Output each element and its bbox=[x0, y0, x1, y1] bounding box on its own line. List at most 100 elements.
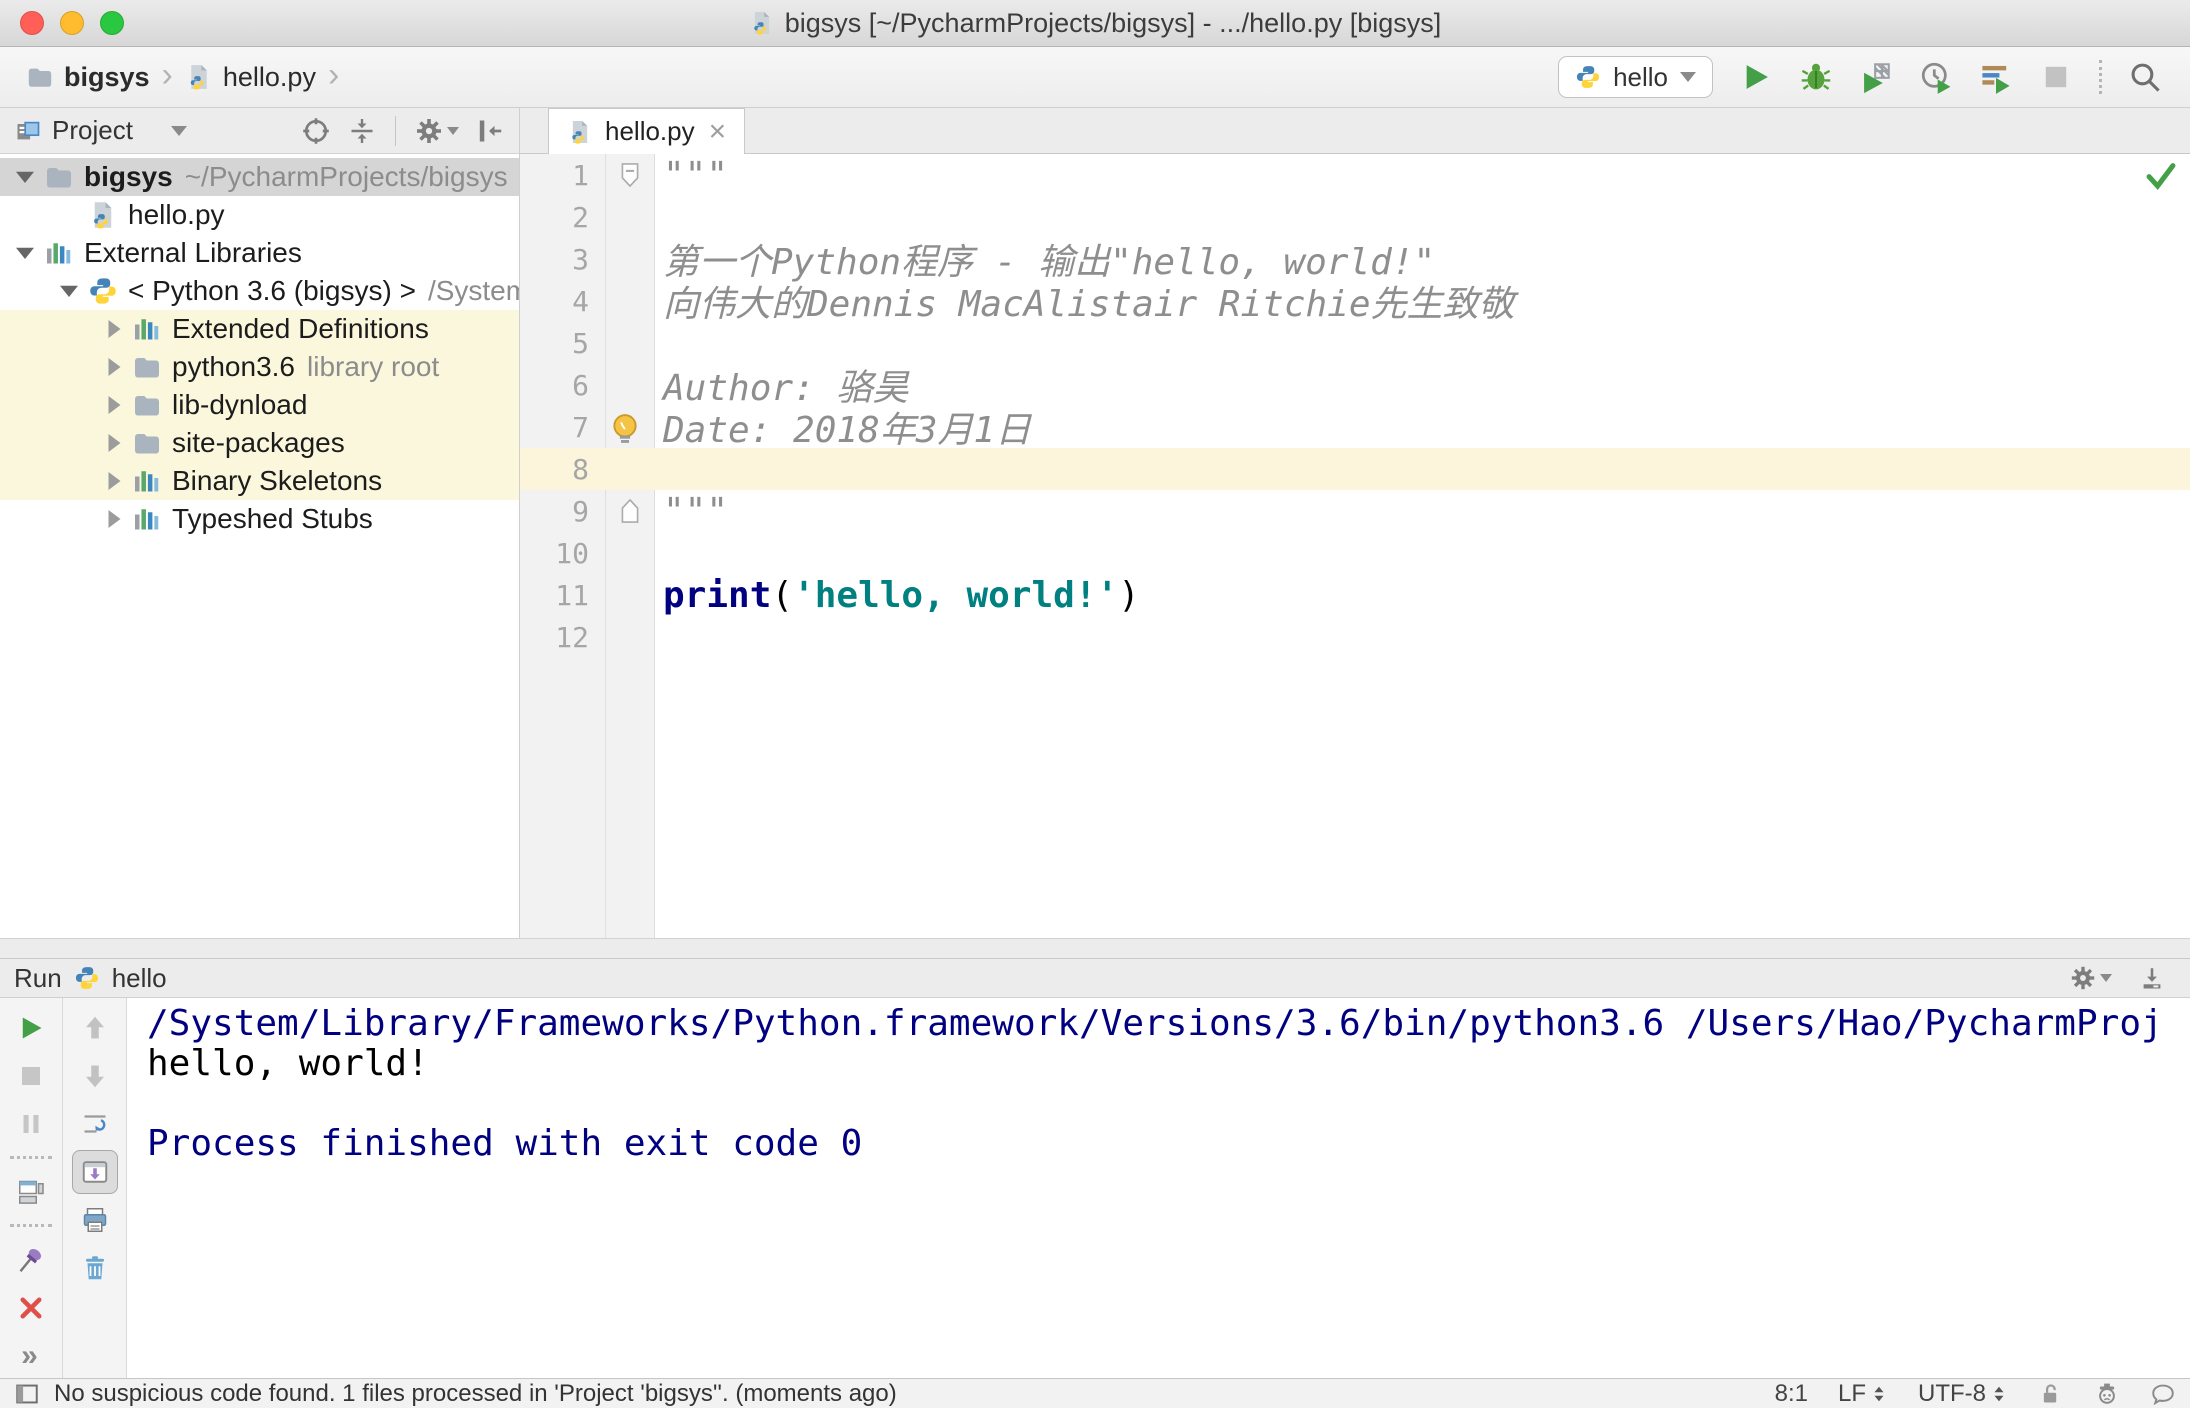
restore-layout-button[interactable] bbox=[8, 1170, 54, 1214]
updown-arrows-icon bbox=[1870, 1383, 1888, 1405]
clear-all-button[interactable] bbox=[72, 1246, 118, 1290]
editor[interactable]: 1 """ 2 3 第一个Python程序 - 输出"hello, world!" 4 向伟… bbox=[520, 154, 2190, 938]
code-segment: ( bbox=[771, 574, 794, 616]
caret-position-widget[interactable]: 8:1 bbox=[1775, 1380, 1808, 1408]
splitter[interactable] bbox=[0, 938, 2190, 958]
code-line-11[interactable]: 11 print('hello, world!') bbox=[520, 574, 2190, 616]
tree-item-binary-skeletons[interactable]: Binary Skeletons bbox=[0, 462, 519, 500]
search-everywhere-button[interactable] bbox=[2126, 58, 2164, 96]
lock-widget[interactable] bbox=[2038, 1381, 2064, 1407]
locate-button[interactable] bbox=[301, 112, 331, 150]
collapse-all-button[interactable] bbox=[347, 112, 377, 150]
project-tree[interactable]: bigsys ~/PycharmProjects/bigsys hello.py Ex… bbox=[0, 154, 519, 538]
print-button[interactable] bbox=[72, 1198, 118, 1242]
hide-panel-button[interactable] bbox=[475, 112, 505, 150]
stop-button[interactable] bbox=[2037, 58, 2075, 96]
tree-item-extended-definitions[interactable]: Extended Definitions bbox=[0, 310, 519, 348]
breadcrumb-label: bigsys bbox=[64, 61, 150, 92]
tree-item-hint: ~/PycharmProjects/bigsys bbox=[184, 161, 508, 192]
fold-start-icon[interactable] bbox=[618, 161, 642, 189]
close-window-button[interactable] bbox=[20, 11, 44, 35]
rerun-button[interactable] bbox=[8, 1006, 54, 1050]
tree-expanded-arrow-icon[interactable] bbox=[10, 241, 40, 265]
run-configuration-select[interactable]: hello bbox=[1558, 56, 1713, 98]
tree-collapsed-arrow-icon[interactable] bbox=[98, 317, 128, 341]
pause-output-button[interactable] bbox=[8, 1102, 54, 1146]
folder-icon bbox=[132, 390, 162, 420]
run-toolbar-primary: » bbox=[0, 998, 63, 1378]
concurrency-diagram-button[interactable] bbox=[1977, 58, 2015, 96]
tree-item-bigsys[interactable]: bigsys ~/PycharmProjects/bigsys bbox=[0, 158, 519, 196]
soft-wrap-button[interactable] bbox=[72, 1102, 118, 1146]
code-line-12[interactable]: 12 bbox=[520, 616, 2190, 658]
tree-item-hello-py[interactable]: hello.py bbox=[0, 196, 519, 234]
feedback-widget[interactable] bbox=[2150, 1381, 2176, 1407]
encoding-widget[interactable]: UTF-8 bbox=[1918, 1380, 2008, 1408]
status-message[interactable]: No suspicious code found. 1 files proces… bbox=[54, 1380, 897, 1408]
run-with-coverage-button[interactable] bbox=[1857, 58, 1895, 96]
close-tab-icon[interactable]: × bbox=[709, 116, 727, 147]
chevron-down-icon[interactable] bbox=[170, 125, 187, 136]
tree-item-typeshed-stubs[interactable]: Typeshed Stubs bbox=[0, 500, 519, 538]
code-text: """ bbox=[655, 491, 728, 532]
code-line-1[interactable]: 1 """ bbox=[520, 154, 2190, 196]
line-number: 3 bbox=[572, 242, 589, 276]
tree-expanded-arrow-icon[interactable] bbox=[54, 279, 84, 303]
code-line-5[interactable]: 5 bbox=[520, 322, 2190, 364]
settings-button[interactable] bbox=[2069, 959, 2112, 997]
tree-item-label: site-packages bbox=[172, 427, 345, 458]
settings-button[interactable] bbox=[414, 112, 459, 150]
scroll-to-end-button[interactable] bbox=[71, 1150, 118, 1194]
intention-bulb-icon[interactable] bbox=[606, 410, 644, 448]
tree-collapsed-arrow-icon[interactable] bbox=[98, 393, 128, 417]
fold-marker-start-icon[interactable] bbox=[605, 161, 655, 189]
tree-item-python-3-6-bigsys[interactable]: < Python 3.6 (bigsys) > /System bbox=[0, 272, 519, 310]
line-separator-widget[interactable]: LF bbox=[1838, 1380, 1888, 1408]
highlighting-level-widget[interactable] bbox=[2094, 1381, 2120, 1407]
zoom-window-button[interactable] bbox=[100, 11, 124, 35]
profile-button[interactable] bbox=[1917, 58, 1955, 96]
python-file-icon bbox=[567, 119, 593, 145]
more-button[interactable]: » bbox=[8, 1334, 54, 1378]
tree-item-external-libraries[interactable]: External Libraries bbox=[0, 234, 519, 272]
tree-collapsed-arrow-icon[interactable] bbox=[98, 507, 128, 531]
code-line-10[interactable]: 10 bbox=[520, 532, 2190, 574]
tree-item-python3-6[interactable]: python3.6 library root bbox=[0, 348, 519, 386]
project-panel-title[interactable]: Project bbox=[52, 115, 133, 146]
breadcrumb-item-hello-py[interactable]: hello.py bbox=[185, 62, 316, 93]
breadcrumb-item-bigsys[interactable]: bigsys bbox=[26, 62, 150, 93]
tool-window-switcher-icon[interactable] bbox=[14, 1381, 40, 1407]
fold-marker-end-icon[interactable] bbox=[605, 497, 655, 525]
stop-icon bbox=[2039, 60, 2073, 94]
code-line-9[interactable]: 9 """ bbox=[520, 490, 2190, 532]
debug-button[interactable] bbox=[1797, 58, 1835, 96]
up-the-stack-trace-button[interactable] bbox=[72, 1006, 118, 1050]
pin-tab-button[interactable] bbox=[8, 1238, 54, 1282]
inspections-ok-icon[interactable] bbox=[2144, 158, 2178, 192]
stop-button[interactable] bbox=[8, 1054, 54, 1098]
code-line-4[interactable]: 4 向伟大的Dennis MacAlistair Ritchie先生致敬 bbox=[520, 280, 2190, 325]
code-line-6[interactable]: 6 Author: 骆昊 bbox=[520, 364, 2190, 409]
code-line-3[interactable]: 3 第一个Python程序 - 输出"hello, world!" bbox=[520, 238, 2190, 283]
profiler-icon bbox=[1919, 60, 1953, 94]
down-the-stack-trace-button[interactable] bbox=[72, 1054, 118, 1098]
tree-item-lib-dynload[interactable]: lib-dynload bbox=[0, 386, 519, 424]
tree-collapsed-arrow-icon[interactable] bbox=[98, 469, 128, 493]
console-line: hello, world! bbox=[147, 1043, 429, 1084]
tree-expanded-arrow-icon[interactable] bbox=[10, 165, 40, 189]
folder-icon bbox=[132, 428, 162, 458]
run-button[interactable] bbox=[1737, 58, 1775, 96]
code-line-2[interactable]: 2 bbox=[520, 196, 2190, 238]
tree-collapsed-arrow-icon[interactable] bbox=[98, 355, 128, 379]
close-button[interactable] bbox=[8, 1286, 54, 1330]
run-panel-title[interactable]: Run bbox=[14, 963, 62, 994]
tab-hello-py[interactable]: hello.py × bbox=[548, 108, 746, 154]
code-line-8[interactable]: 8 bbox=[520, 448, 2190, 490]
tree-item-site-packages[interactable]: site-packages bbox=[0, 424, 519, 462]
console-output[interactable]: /System/Library/Frameworks/Python.framew… bbox=[127, 998, 2190, 1378]
fold-end-icon[interactable] bbox=[618, 497, 642, 525]
hide-button[interactable] bbox=[2138, 959, 2166, 997]
code-line-7[interactable]: 7 Date: 2018年3月1日 bbox=[520, 406, 2190, 451]
minimize-window-button[interactable] bbox=[60, 11, 84, 35]
tree-collapsed-arrow-icon[interactable] bbox=[98, 431, 128, 455]
